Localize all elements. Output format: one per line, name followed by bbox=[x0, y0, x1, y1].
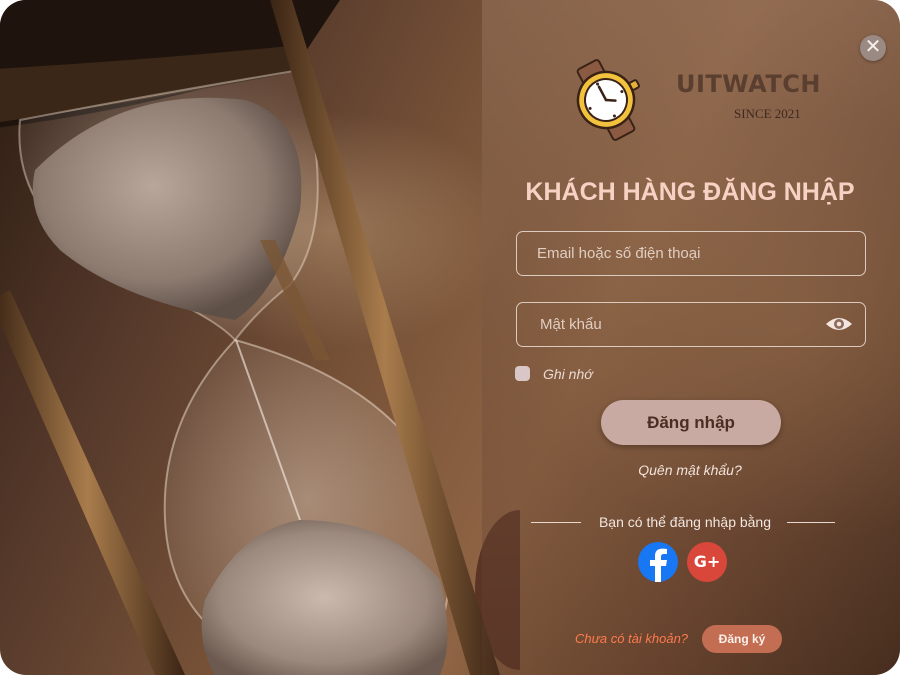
password-field bbox=[516, 302, 866, 347]
close-button[interactable]: ✕ bbox=[860, 35, 886, 61]
close-icon: ✕ bbox=[864, 36, 882, 58]
google-plus-icon: G+ bbox=[693, 552, 721, 571]
email-field bbox=[516, 231, 866, 276]
brand-name: UITWATCH bbox=[676, 70, 821, 98]
divider-line-left bbox=[531, 522, 581, 523]
form-title: KHÁCH HÀNG ĐĂNG NHẬP bbox=[525, 178, 855, 206]
login-window: ✕ UITWATCH SINCE 2021 KHÁCH HÀNG ĐĂNG NH… bbox=[0, 0, 900, 675]
hourglass-image bbox=[0, 0, 520, 675]
wristwatch-icon bbox=[576, 59, 640, 141]
no-account-text: Chưa có tài khoản? bbox=[575, 631, 689, 646]
password-input[interactable] bbox=[517, 303, 865, 346]
social-divider-text: Bạn có thể đăng nhập bằng bbox=[598, 514, 772, 530]
facebook-icon bbox=[650, 548, 667, 582]
divider-line-right bbox=[787, 522, 835, 523]
remember-label: Ghi nhớ bbox=[543, 366, 593, 382]
login-button[interactable]: Đăng nhập bbox=[601, 400, 781, 445]
google-login-button[interactable]: G+ bbox=[687, 542, 727, 582]
email-input[interactable] bbox=[517, 232, 865, 275]
remember-checkbox[interactable] bbox=[515, 366, 530, 381]
brand-since: SINCE 2021 bbox=[734, 106, 801, 121]
eye-icon[interactable] bbox=[825, 315, 853, 333]
forgot-password-link[interactable]: Quên mật khẩu? bbox=[600, 462, 780, 478]
facebook-login-button[interactable] bbox=[638, 542, 678, 582]
register-button[interactable]: Đăng ký bbox=[702, 625, 782, 653]
